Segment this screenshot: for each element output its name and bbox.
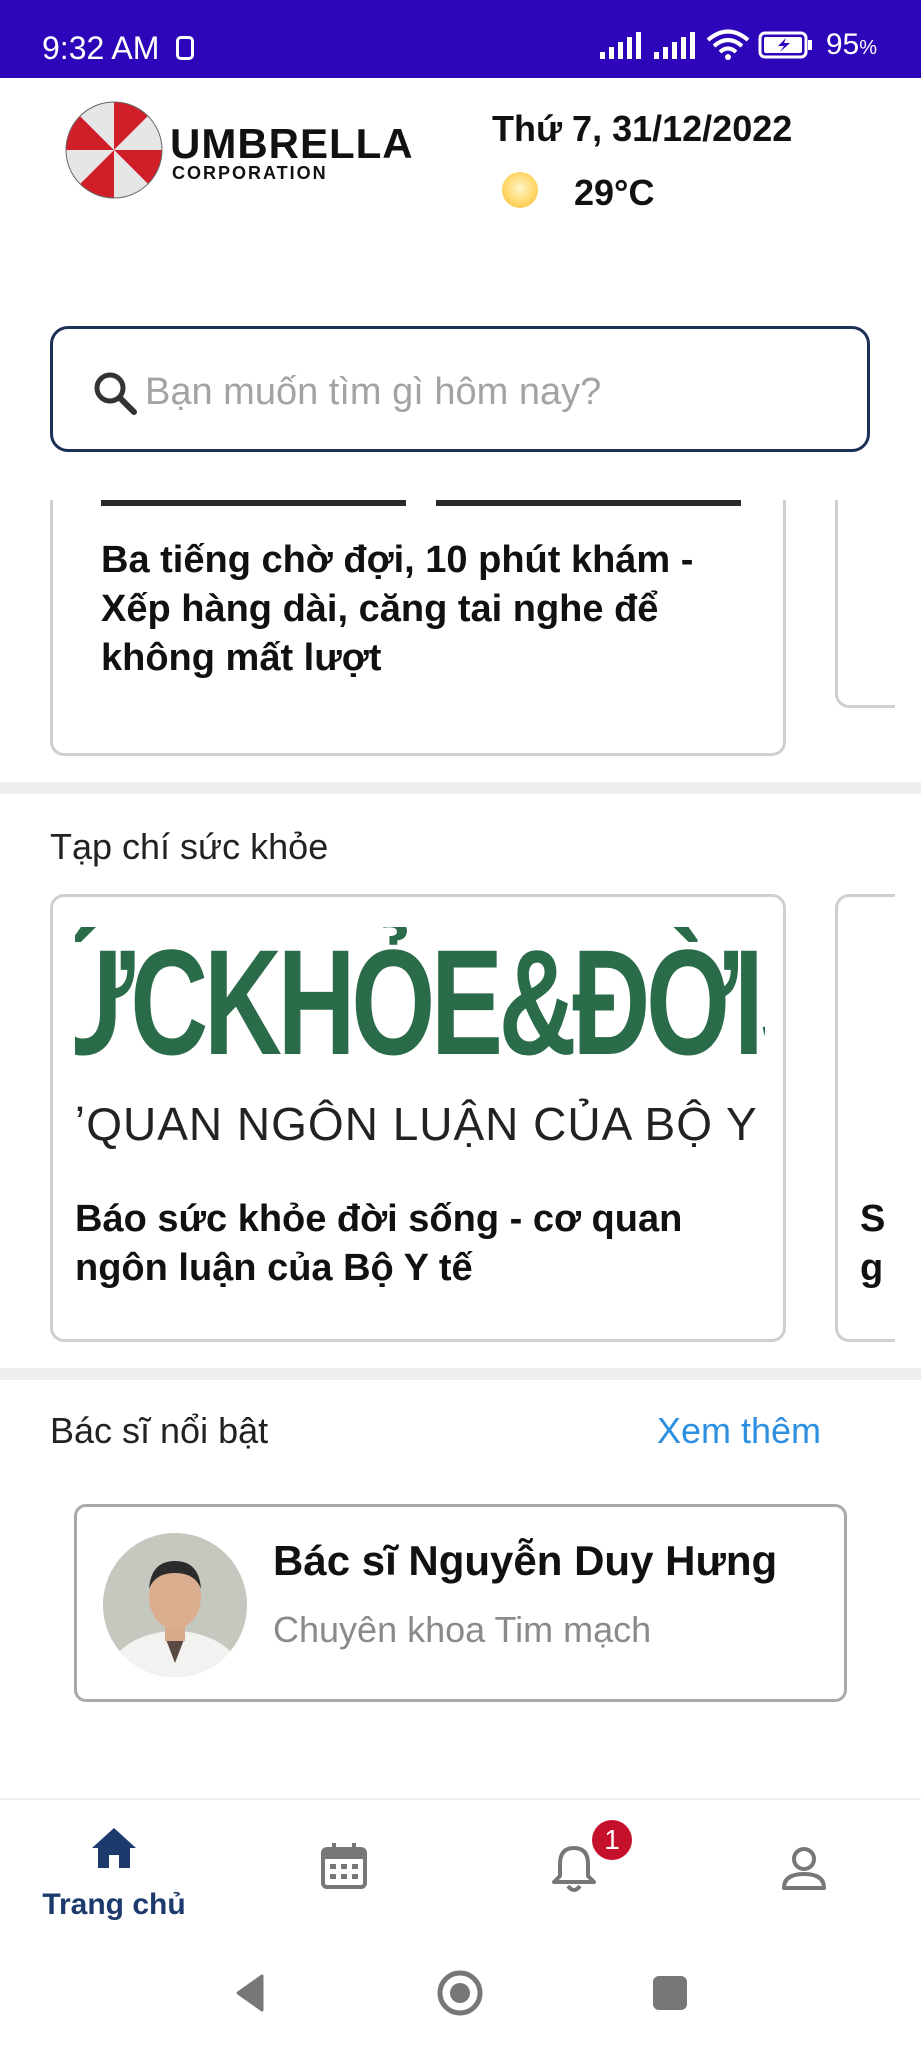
doctor-photo	[103, 1533, 247, 1677]
magazine-banner-subtitle: ʼQUAN NGÔN LUẬN CỦA BỘ Y	[75, 1098, 758, 1150]
sim-icon	[176, 36, 194, 60]
see-more-link[interactable]: Xem thêm	[657, 1410, 821, 1452]
sun-icon	[502, 172, 538, 208]
magazine-card-next[interactable]: S g	[835, 894, 895, 1342]
search-box[interactable]	[50, 326, 870, 452]
logo-text: UMBRELLA CORPORATION	[170, 120, 414, 183]
doctor-name: Bác sĩ Nguyễn Duy Hưng	[273, 1537, 778, 1584]
news-card[interactable]: Ba tiếng chờ đợi, 10 phút khám - Xếp hàn…	[50, 500, 786, 756]
search-icon	[94, 372, 137, 415]
status-time: 9:32 AM	[42, 30, 160, 66]
umbrella-logo-icon	[65, 101, 163, 199]
home-circle-icon[interactable]	[435, 1968, 485, 2018]
magazine-section-title: Tạp chí sức khỏe	[50, 826, 329, 867]
notification-badge: 1	[592, 1820, 632, 1860]
magazine-card-title: Báo sức khỏe đời sống - cơ quan ngôn luậ…	[75, 1198, 683, 1289]
nav-home[interactable]: Trang chủ	[14, 1800, 214, 1940]
current-date: Thứ 7, 31/12/2022	[492, 108, 793, 149]
umbrella-logo: UMBRELLA CORPORATION	[64, 92, 434, 202]
magazine-banner-image: ỨCKHỎE&ĐỜISỐN ʼQUAN NGÔN LUẬN CỦA BỘ Y	[75, 927, 765, 1153]
signal-icon	[599, 32, 641, 59]
battery-percent: 95%	[825, 28, 877, 61]
doctor-specialty: Chuyên khoa Tim mạch	[273, 1609, 652, 1650]
search-input[interactable]	[145, 357, 845, 427]
nav-notifications[interactable]: 1	[474, 1800, 674, 1940]
user-icon	[782, 1847, 826, 1890]
magazine-card[interactable]: ỨCKHỎE&ĐỜISỐN ʼQUAN NGÔN LUẬN CỦA BỘ Y B…	[50, 894, 786, 1342]
back-icon[interactable]	[226, 1968, 276, 2018]
app-header: UMBRELLA CORPORATION Thứ 7, 31/12/2022 2…	[0, 78, 921, 238]
home-icon	[92, 1828, 136, 1868]
logo-title: UMBRELLA	[170, 120, 414, 167]
battery-charging-icon	[758, 31, 812, 59]
calendar-icon	[321, 1843, 367, 1889]
bottom-navigation: Trang chủ 1	[0, 1798, 921, 1938]
temperature: 29°C	[574, 172, 655, 213]
doctors-section-title: Bác sĩ nổi bật	[50, 1410, 269, 1451]
news-card-title: Ba tiếng chờ đợi, 10 phút khám - Xếp hàn…	[101, 539, 694, 679]
nav-home-label: Trang chủ	[42, 1888, 186, 1921]
status-indicators: 95%	[598, 28, 877, 62]
news-card-next[interactable]	[835, 500, 895, 708]
nav-calendar[interactable]	[244, 1800, 444, 1940]
magazine-banner-title: ỨCKHỎE&ĐỜISỐN	[75, 927, 765, 1086]
section-divider	[0, 1368, 921, 1380]
magazine-next-title: S g	[860, 1198, 886, 1289]
signal-icon-2	[653, 32, 695, 59]
status-bar: 9:32 AM 95%	[0, 0, 921, 78]
section-divider	[0, 782, 921, 794]
bell-icon	[552, 1846, 596, 1892]
doctor-avatar	[103, 1533, 247, 1677]
nav-profile[interactable]	[704, 1800, 904, 1940]
recents-icon[interactable]	[645, 1968, 695, 2018]
system-navigation-bar	[0, 1938, 921, 2048]
news-thumbnail	[101, 500, 741, 506]
doctor-card[interactable]: Bác sĩ Nguyễn Duy Hưng Chuyên khoa Tim m…	[74, 1504, 847, 1702]
wifi-icon	[706, 29, 750, 60]
